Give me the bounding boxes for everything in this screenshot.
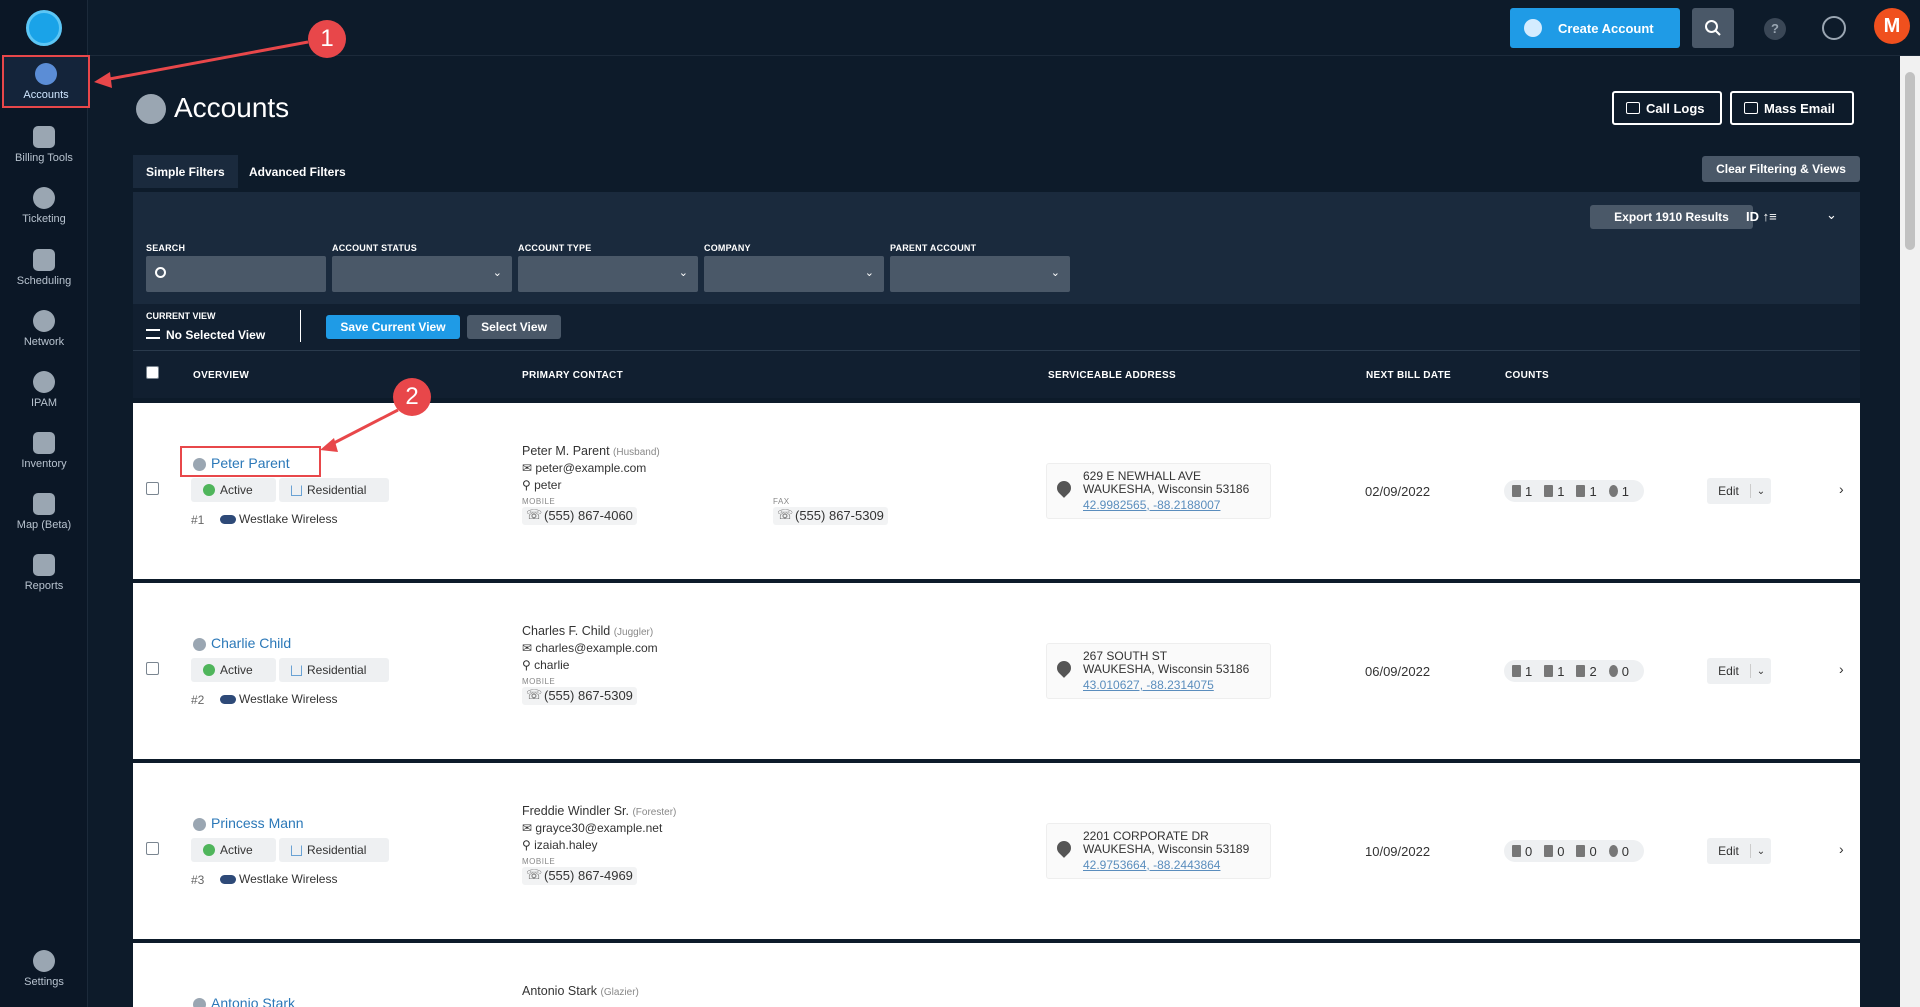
annotation-arrows — [94, 40, 399, 452]
annotation-highlight-peter-parent — [180, 446, 321, 477]
annotation-badge-2: 2 — [393, 378, 431, 416]
scrollbar-thumb[interactable] — [1905, 72, 1915, 250]
